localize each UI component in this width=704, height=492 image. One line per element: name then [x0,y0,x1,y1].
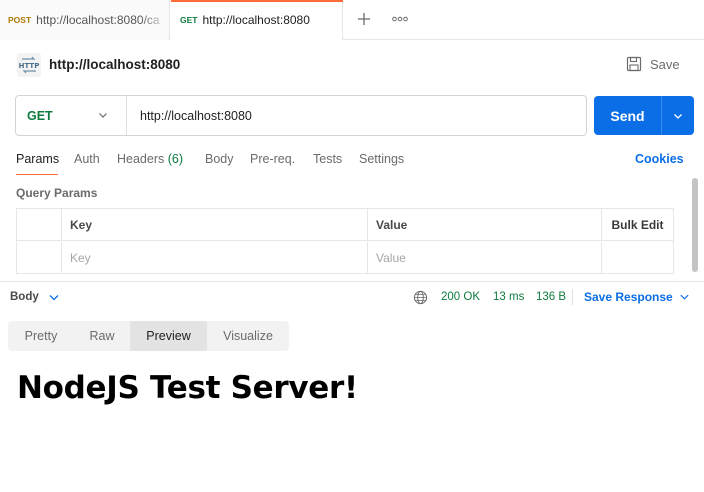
preview-heading: NodeJS Test Server! [17,370,358,406]
query-params-table: Key Value Bulk Edit Key Value [16,208,674,274]
request-title[interactable]: http://localhost:8080 [49,57,180,72]
more-dots-icon[interactable] [389,9,411,29]
plus-icon[interactable] [354,9,374,29]
table-row: Key Value [17,242,673,274]
bulk-edit-button[interactable]: Bulk Edit [602,209,673,241]
view-tab-visualize[interactable]: Visualize [207,321,289,351]
tab-headers[interactable]: Headers (6) [117,152,183,166]
globe-icon[interactable] [413,290,428,305]
row-checkbox-cell [17,242,62,274]
active-tab-indicator [171,0,343,2]
tab-fade [140,0,169,40]
svg-text:HTTP: HTTP [19,62,40,70]
view-tab-preview[interactable]: Preview [130,321,207,351]
tab-label: http://localhost:8080 [202,13,310,27]
send-button-group: Send [594,96,694,135]
response-size[interactable]: 136 B [536,291,566,303]
send-options-button[interactable] [662,96,694,135]
tab-get-request[interactable]: GET http://localhost:8080 [171,0,343,40]
response-divider[interactable] [0,281,704,282]
http-request-icon: HTTP [16,52,42,78]
chevron-down-icon [99,113,107,118]
value-input[interactable]: Value [368,242,602,274]
view-tab-raw[interactable]: Raw [74,321,130,351]
tab-settings[interactable]: Settings [359,152,404,166]
value-column-header: Value [368,209,602,241]
key-input[interactable]: Key [62,242,368,274]
send-button[interactable]: Send [594,96,661,135]
tab-bar: POST http://localhost:8080/ca GET http:/… [0,0,704,40]
chevron-down-icon [674,113,682,119]
response-header: Body 200 OK 13 ms 136 B Save Response [0,283,704,311]
status-code[interactable]: 200 OK [441,291,480,303]
cookies-link[interactable]: Cookies [635,152,684,166]
checkbox-column-header [17,209,62,241]
save-label: Save [650,56,680,72]
tab-headers-label: Headers [117,152,165,166]
url-bar: GET [15,95,587,136]
tab-prereq[interactable]: Pre-req. [250,152,295,166]
save-disk-icon [626,56,642,72]
url-input[interactable] [140,106,570,126]
tab-method-get: GET [180,15,198,25]
response-body-dropdown[interactable]: Body [10,291,39,303]
request-header: HTTP http://localhost:8080 Save [0,41,704,89]
table-header-row: Key Value Bulk Edit [17,209,673,241]
tab-body[interactable]: Body [205,152,234,166]
view-tab-pretty[interactable]: Pretty [8,321,74,351]
method-value: GET [27,108,53,123]
vertical-scrollbar[interactable] [692,178,698,272]
response-time[interactable]: 13 ms [493,291,524,303]
method-select[interactable]: GET [16,96,127,135]
headers-count: (6) [167,152,184,166]
request-tabs: Params Auth Headers (6) Body Pre-req. Te… [0,148,704,176]
row-actions-cell [602,242,673,274]
query-params-label: Query Params [16,186,98,200]
save-button[interactable]: Save [626,53,680,75]
active-subtab-indicator [16,174,58,175]
response-view-tabs: Pretty Raw Preview Visualize [8,321,289,351]
response-separator [572,289,573,305]
tab-params[interactable]: Params [16,152,59,166]
tab-auth[interactable]: Auth [74,152,100,166]
tab-tests[interactable]: Tests [313,152,342,166]
chevron-down-icon[interactable] [679,291,690,302]
save-response-button[interactable]: Save Response [584,290,673,304]
tab-post-request[interactable]: POST http://localhost:8080/ca [0,0,170,40]
chevron-down-icon[interactable] [48,291,60,303]
key-column-header: Key [62,209,368,241]
tab-method-post: POST [8,15,32,25]
